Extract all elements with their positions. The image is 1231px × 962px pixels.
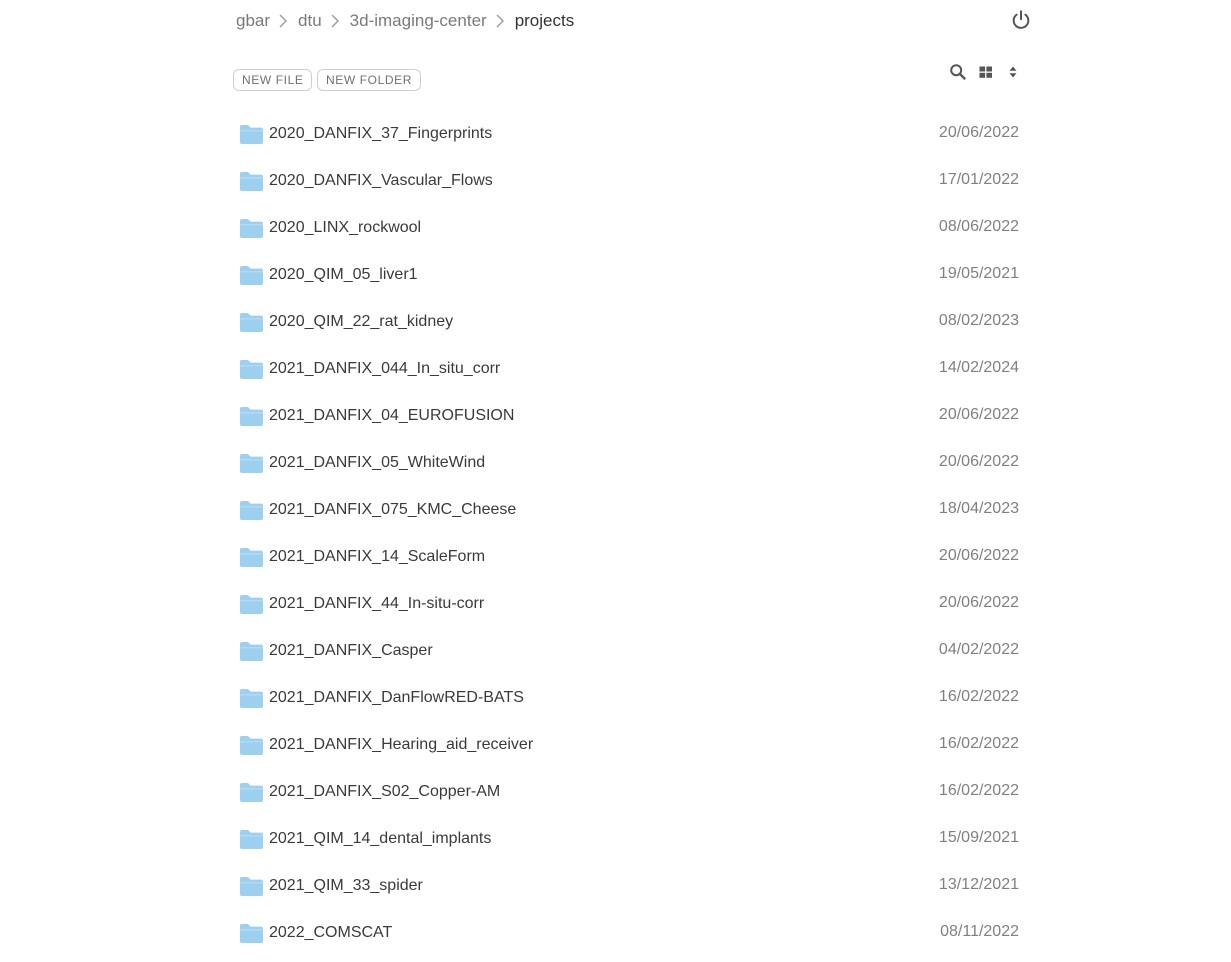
file-row[interactable]: 2022_COMSCAT 08/11/2022 — [240, 910, 1020, 957]
file-name: 2022_COMSCAT — [269, 924, 393, 941]
file-row[interactable]: 2021_DANFIX_05_WhiteWind 20/06/2022 — [240, 440, 1020, 487]
new-file-button[interactable]: NEW FILE — [233, 69, 313, 91]
file-name: 2021_QIM_14_dental_implants — [269, 830, 492, 847]
folder-icon — [240, 736, 263, 755]
file-row[interactable]: 2021_DANFIX_DanFlowRED-BATS 16/02/2022 — [240, 675, 1020, 722]
file-date: 08/02/2023 — [938, 312, 1019, 329]
breadcrumb-current: projects — [514, 11, 575, 30]
file-date: 19/05/2021 — [938, 265, 1019, 282]
file-date: 08/11/2022 — [940, 923, 1019, 940]
file-date: 08/06/2022 — [938, 218, 1019, 235]
file-date: 20/06/2022 — [938, 406, 1019, 423]
file-name: 2021_DANFIX_075_KMC_Cheese — [269, 501, 517, 518]
sort-icon[interactable] — [1004, 63, 1022, 81]
file-row[interactable]: 2020_DANFIX_Vascular_Flows 17/01/2022 — [240, 158, 1020, 205]
breadcrumb: gbar dtu 3d-imaging-center projects — [236, 9, 574, 33]
folder-icon — [240, 689, 263, 708]
file-name: 2021_DANFIX_DanFlowRED-BATS — [269, 689, 524, 706]
file-date: 16/02/2022 — [938, 735, 1019, 752]
folder-icon — [240, 219, 263, 238]
file-date: 20/06/2022 — [938, 124, 1019, 141]
file-name: 2021_DANFIX_S02_Copper-AM — [269, 783, 501, 800]
grid-view-icon[interactable] — [977, 63, 995, 81]
file-date: 15/09/2021 — [938, 829, 1019, 846]
file-name: 2021_DANFIX_04_EUROFUSION — [269, 407, 515, 424]
search-icon[interactable] — [949, 63, 967, 81]
file-date: 18/04/2023 — [938, 500, 1019, 517]
folder-icon — [240, 266, 263, 285]
file-row[interactable]: 2021_DANFIX_04_EUROFUSION 20/06/2022 — [240, 393, 1020, 440]
chevron-right-icon — [331, 14, 339, 28]
file-name: 2021_DANFIX_44_In-situ-corr — [269, 595, 485, 612]
file-row[interactable]: 2020_QIM_05_liver1 19/05/2021 — [240, 252, 1020, 299]
file-row[interactable]: 2021_QIM_14_dental_implants 15/09/2021 — [240, 816, 1020, 863]
folder-icon — [240, 548, 263, 567]
file-row[interactable]: 2021_DANFIX_075_KMC_Cheese 18/04/2023 — [240, 487, 1020, 534]
folder-icon — [240, 783, 263, 802]
file-name: 2021_DANFIX_Hearing_aid_receiver — [269, 736, 534, 753]
file-name: 2021_QIM_33_spider — [269, 877, 423, 894]
breadcrumb-item-dtu[interactable]: dtu — [298, 11, 322, 31]
file-row[interactable]: 2021_DANFIX_Casper 04/02/2022 — [240, 628, 1020, 675]
breadcrumb-item-3d-imaging-center[interactable]: 3d-imaging-center — [350, 11, 487, 31]
file-name: 2020_LINX_rockwool — [269, 219, 422, 236]
file-name: 2020_DANFIX_Vascular_Flows — [269, 172, 493, 189]
file-name: 2020_DANFIX_37_Fingerprints — [269, 125, 493, 142]
file-date: 16/02/2022 — [938, 688, 1019, 705]
folder-icon — [240, 172, 263, 191]
folder-icon — [240, 125, 263, 144]
folder-icon — [240, 595, 263, 614]
chevron-right-icon — [279, 14, 288, 28]
folder-icon — [240, 642, 263, 661]
file-date: 20/06/2022 — [938, 547, 1019, 564]
folder-icon — [240, 877, 263, 896]
file-row[interactable]: 2021_DANFIX_044_In_situ_corr 14/02/2024 — [240, 346, 1020, 393]
file-date: 13/12/2021 — [938, 876, 1019, 893]
folder-icon — [240, 830, 263, 849]
file-list: 2020_DANFIX_37_Fingerprints 20/06/2022 202… — [240, 111, 1020, 957]
file-row[interactable]: 2021_QIM_33_spider 13/12/2021 — [240, 863, 1020, 910]
file-name: 2020_QIM_22_rat_kidney — [269, 313, 454, 330]
file-row[interactable]: 2021_DANFIX_Hearing_aid_receiver 16/02/20… — [240, 722, 1020, 769]
file-row[interactable]: 2020_QIM_22_rat_kidney 08/02/2023 — [240, 299, 1020, 346]
file-date: 04/02/2022 — [938, 641, 1019, 658]
file-row[interactable]: 2020_LINX_rockwool 08/06/2022 — [240, 205, 1020, 252]
folder-icon — [240, 407, 263, 426]
power-icon[interactable] — [1010, 9, 1032, 31]
file-date: 14/02/2024 — [938, 359, 1019, 376]
file-row[interactable]: 2020_DANFIX_37_Fingerprints 20/06/2022 — [240, 111, 1020, 158]
file-name: 2021_DANFIX_Casper — [269, 642, 433, 659]
file-name: 2021_DANFIX_044_In_situ_corr — [269, 360, 501, 377]
new-folder-button[interactable]: NEW FOLDER — [317, 69, 422, 91]
file-date: 16/02/2022 — [938, 782, 1019, 799]
folder-icon — [240, 924, 263, 943]
folder-icon — [240, 501, 263, 520]
file-date: 20/06/2022 — [938, 594, 1019, 611]
chevron-right-icon — [496, 14, 504, 28]
file-date: 17/01/2022 — [938, 171, 1019, 188]
file-row[interactable]: 2021_DANFIX_S02_Copper-AM 16/02/2022 — [240, 769, 1020, 816]
file-name: 2020_QIM_05_liver1 — [269, 266, 418, 283]
file-row[interactable]: 2021_DANFIX_44_In-situ-corr 20/06/2022 — [240, 581, 1020, 628]
breadcrumb-item-gbar[interactable]: gbar — [236, 11, 270, 31]
file-date: 20/06/2022 — [938, 453, 1019, 470]
folder-icon — [240, 360, 263, 379]
file-name: 2021_DANFIX_05_WhiteWind — [269, 454, 486, 471]
file-row[interactable]: 2021_DANFIX_14_ScaleForm 20/06/2022 — [240, 534, 1020, 581]
file-name: 2021_DANFIX_14_ScaleForm — [269, 548, 486, 565]
folder-icon — [240, 454, 263, 473]
folder-icon — [240, 313, 263, 332]
